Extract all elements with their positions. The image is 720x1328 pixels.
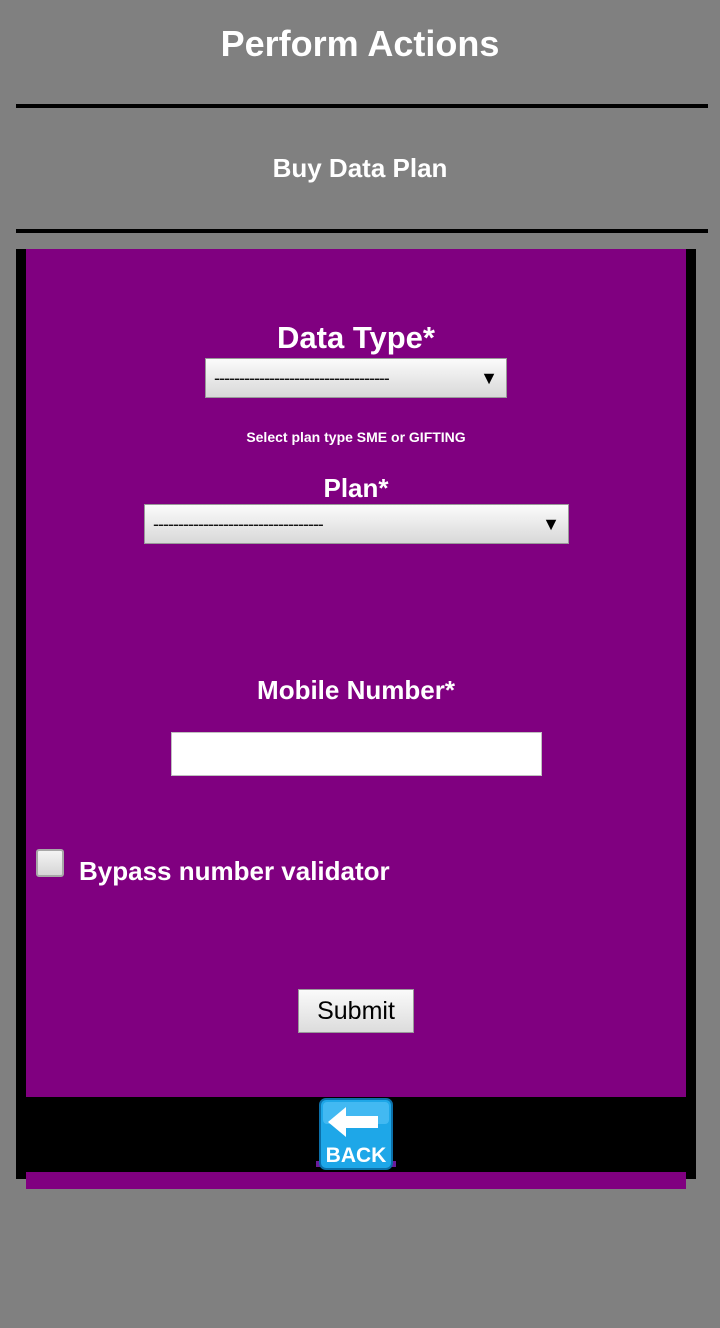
data-type-label: Data Type* xyxy=(277,320,435,355)
plan-select[interactable]: ---------------------------------- ▼ xyxy=(144,504,569,544)
mobile-number-label: Mobile Number* xyxy=(257,675,455,705)
plan-selected-value: ---------------------------------- xyxy=(153,514,324,534)
back-button[interactable]: BACK xyxy=(316,1098,396,1170)
bypass-validator-label[interactable]: Bypass number validator xyxy=(79,855,390,887)
page-title: Perform Actions xyxy=(220,23,500,64)
page: Perform Actions Buy Data Plan Data Type*… xyxy=(0,0,720,1328)
dropdown-arrow-icon: ▼ xyxy=(542,514,560,534)
mobile-number-input[interactable] xyxy=(171,732,542,776)
data-type-selected-value: ----------------------------------- xyxy=(214,368,390,388)
submit-button[interactable]: Submit xyxy=(298,989,414,1033)
bypass-validator-checkbox[interactable] xyxy=(36,849,64,877)
back-arrow-icon: BACK xyxy=(316,1098,396,1170)
divider-top xyxy=(16,104,708,108)
data-type-hint: Select plan type SME or GIFTING xyxy=(246,429,466,445)
dropdown-arrow-icon: ▼ xyxy=(480,368,498,388)
bottom-strip xyxy=(26,1172,686,1189)
back-icon-text: BACK xyxy=(326,1144,387,1167)
data-type-select[interactable]: ----------------------------------- ▼ xyxy=(205,358,507,398)
divider-bottom xyxy=(16,229,708,233)
section-title: Buy Data Plan xyxy=(272,153,448,183)
plan-label: Plan* xyxy=(323,473,389,503)
